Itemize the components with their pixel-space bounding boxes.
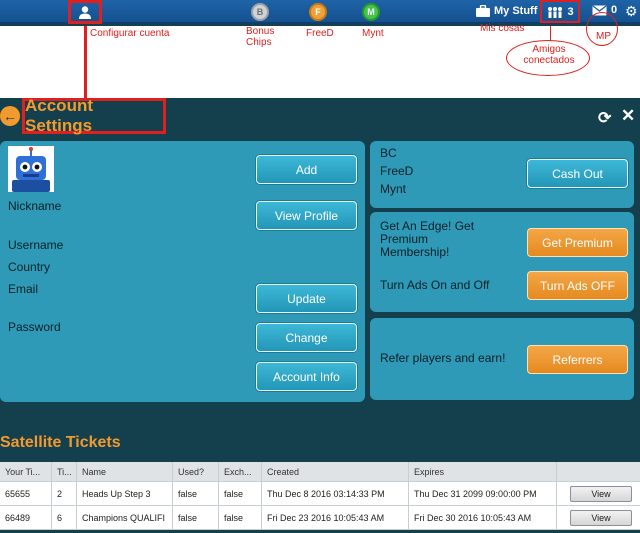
view-cell: View — [557, 506, 640, 529]
account-settings-button[interactable] — [68, 0, 102, 24]
annotation-amigos-conectados: Amigos conectados — [523, 44, 575, 66]
column-header[interactable]: Used? — [173, 462, 219, 481]
annotation-area: Configurar cuenta Bonus Chips FreeD Mynt… — [0, 12, 640, 98]
freed-label: FreeD — [380, 164, 414, 178]
ticket-id-cell: 66489 — [0, 506, 52, 529]
ticket-type-cell: 6 — [52, 506, 77, 529]
robot-avatar-icon — [12, 147, 50, 192]
premium-pitch-text: Get An Edge! Get Premium Membership! — [380, 219, 475, 259]
gear-icon[interactable]: ⚙ — [625, 3, 638, 20]
ticket-created-cell: Fri Dec 23 2016 10:05:43 AM — [262, 506, 409, 529]
annotation-mp: MP — [596, 31, 611, 42]
nickname-label: Nickname — [8, 199, 62, 213]
column-header[interactable]: Ti... — [52, 462, 77, 481]
freed-icon[interactable]: F — [309, 3, 327, 21]
email-label: Email — [8, 282, 39, 296]
top-nav-bar: B F M My Stuff 3 0 ⚙ — [0, 0, 640, 24]
ticket-type-cell: 2 — [52, 482, 77, 505]
username-label: Username — [8, 238, 64, 252]
view-ticket-button[interactable]: View — [570, 509, 632, 526]
ticket-used-cell: false — [173, 506, 219, 529]
table-row[interactable]: 66489 6 Champions QUALIFI false false Fr… — [0, 506, 640, 530]
password-label: Password — [8, 320, 61, 334]
annotation-line — [550, 26, 551, 41]
back-arrow-icon[interactable]: ← — [0, 106, 20, 126]
ads-toggle-text: Turn Ads On and Off — [380, 278, 490, 292]
refresh-icon[interactable]: ⟳ — [598, 108, 611, 128]
account-info-button[interactable]: Account Info — [256, 362, 357, 391]
user-icon — [79, 6, 91, 19]
column-header[interactable]: Your Ti... — [0, 462, 52, 481]
country-label: Country — [8, 260, 51, 274]
satellite-tickets-title: Satellite Tickets — [0, 434, 121, 451]
annotation-freed: FreeD — [306, 28, 334, 39]
annotation-line — [84, 38, 87, 98]
table-row[interactable]: 65655 2 Heads Up Step 3 false false Thu … — [0, 482, 640, 506]
mail-count: 0 — [611, 4, 618, 16]
ticket-exchanged-cell: false — [219, 506, 262, 529]
ticket-expires-cell: Thu Dec 31 2099 09:00:00 PM — [409, 482, 557, 505]
change-button[interactable]: Change — [256, 323, 357, 352]
mynt-icon[interactable]: M — [362, 3, 380, 21]
briefcase-icon — [476, 5, 490, 17]
column-header[interactable]: Expires — [409, 462, 557, 481]
ticket-used-cell: false — [173, 482, 219, 505]
my-stuff-button[interactable]: My Stuff — [476, 5, 537, 17]
annotation-mis-cosas: Mis cosas — [480, 23, 525, 34]
ticket-created-cell: Thu Dec 8 2016 03:14:33 PM — [262, 482, 409, 505]
view-ticket-button[interactable]: View — [570, 485, 632, 502]
add-button[interactable]: Add — [256, 155, 357, 184]
ticket-exchanged-cell: false — [219, 482, 262, 505]
turn-ads-off-button[interactable]: Turn Ads OFF — [527, 271, 628, 300]
ticket-name-cell: Champions QUALIFI — [77, 506, 173, 529]
ticket-expires-cell: Fri Dec 30 2016 10:05:43 AM — [409, 506, 557, 529]
view-cell: View — [557, 482, 640, 505]
annotation-bonus-chips: Bonus Chips — [246, 26, 275, 48]
close-icon[interactable]: ✕ — [621, 106, 635, 126]
annotation-line — [84, 26, 87, 38]
my-stuff-label: My Stuff — [494, 5, 538, 17]
satellite-tickets-table: Your Ti... Ti... Name Used? Exch... Crea… — [0, 462, 640, 530]
mynt-label: Mynt — [380, 182, 407, 196]
friends-icon — [548, 6, 563, 18]
page-title: Account Settings — [22, 96, 166, 135]
annotation-mynt: Mynt — [362, 28, 384, 39]
ticket-name-cell: Heads Up Step 3 — [77, 482, 173, 505]
annotation-configurar-cuenta: Configurar cuenta — [90, 28, 170, 39]
friends-count: 3 — [567, 5, 574, 18]
friends-online-button[interactable]: 3 — [540, 0, 580, 23]
referrers-button[interactable]: Referrers — [527, 345, 628, 374]
column-header[interactable]: Created — [262, 462, 409, 481]
column-header — [557, 462, 640, 481]
avatar[interactable] — [8, 146, 54, 192]
get-premium-button[interactable]: Get Premium — [527, 228, 628, 257]
bonus-chips-icon[interactable]: B — [251, 3, 269, 21]
table-header-row: Your Ti... Ti... Name Used? Exch... Crea… — [0, 462, 640, 482]
bc-label: BC — [380, 146, 397, 160]
referral-text: Refer players and earn! — [380, 351, 506, 365]
column-header[interactable]: Exch... — [219, 462, 262, 481]
update-button[interactable]: Update — [256, 284, 357, 313]
ticket-id-cell: 65655 — [0, 482, 52, 505]
column-header[interactable]: Name — [77, 462, 173, 481]
view-profile-button[interactable]: View Profile — [256, 201, 357, 230]
cash-out-button[interactable]: Cash Out — [527, 159, 628, 188]
